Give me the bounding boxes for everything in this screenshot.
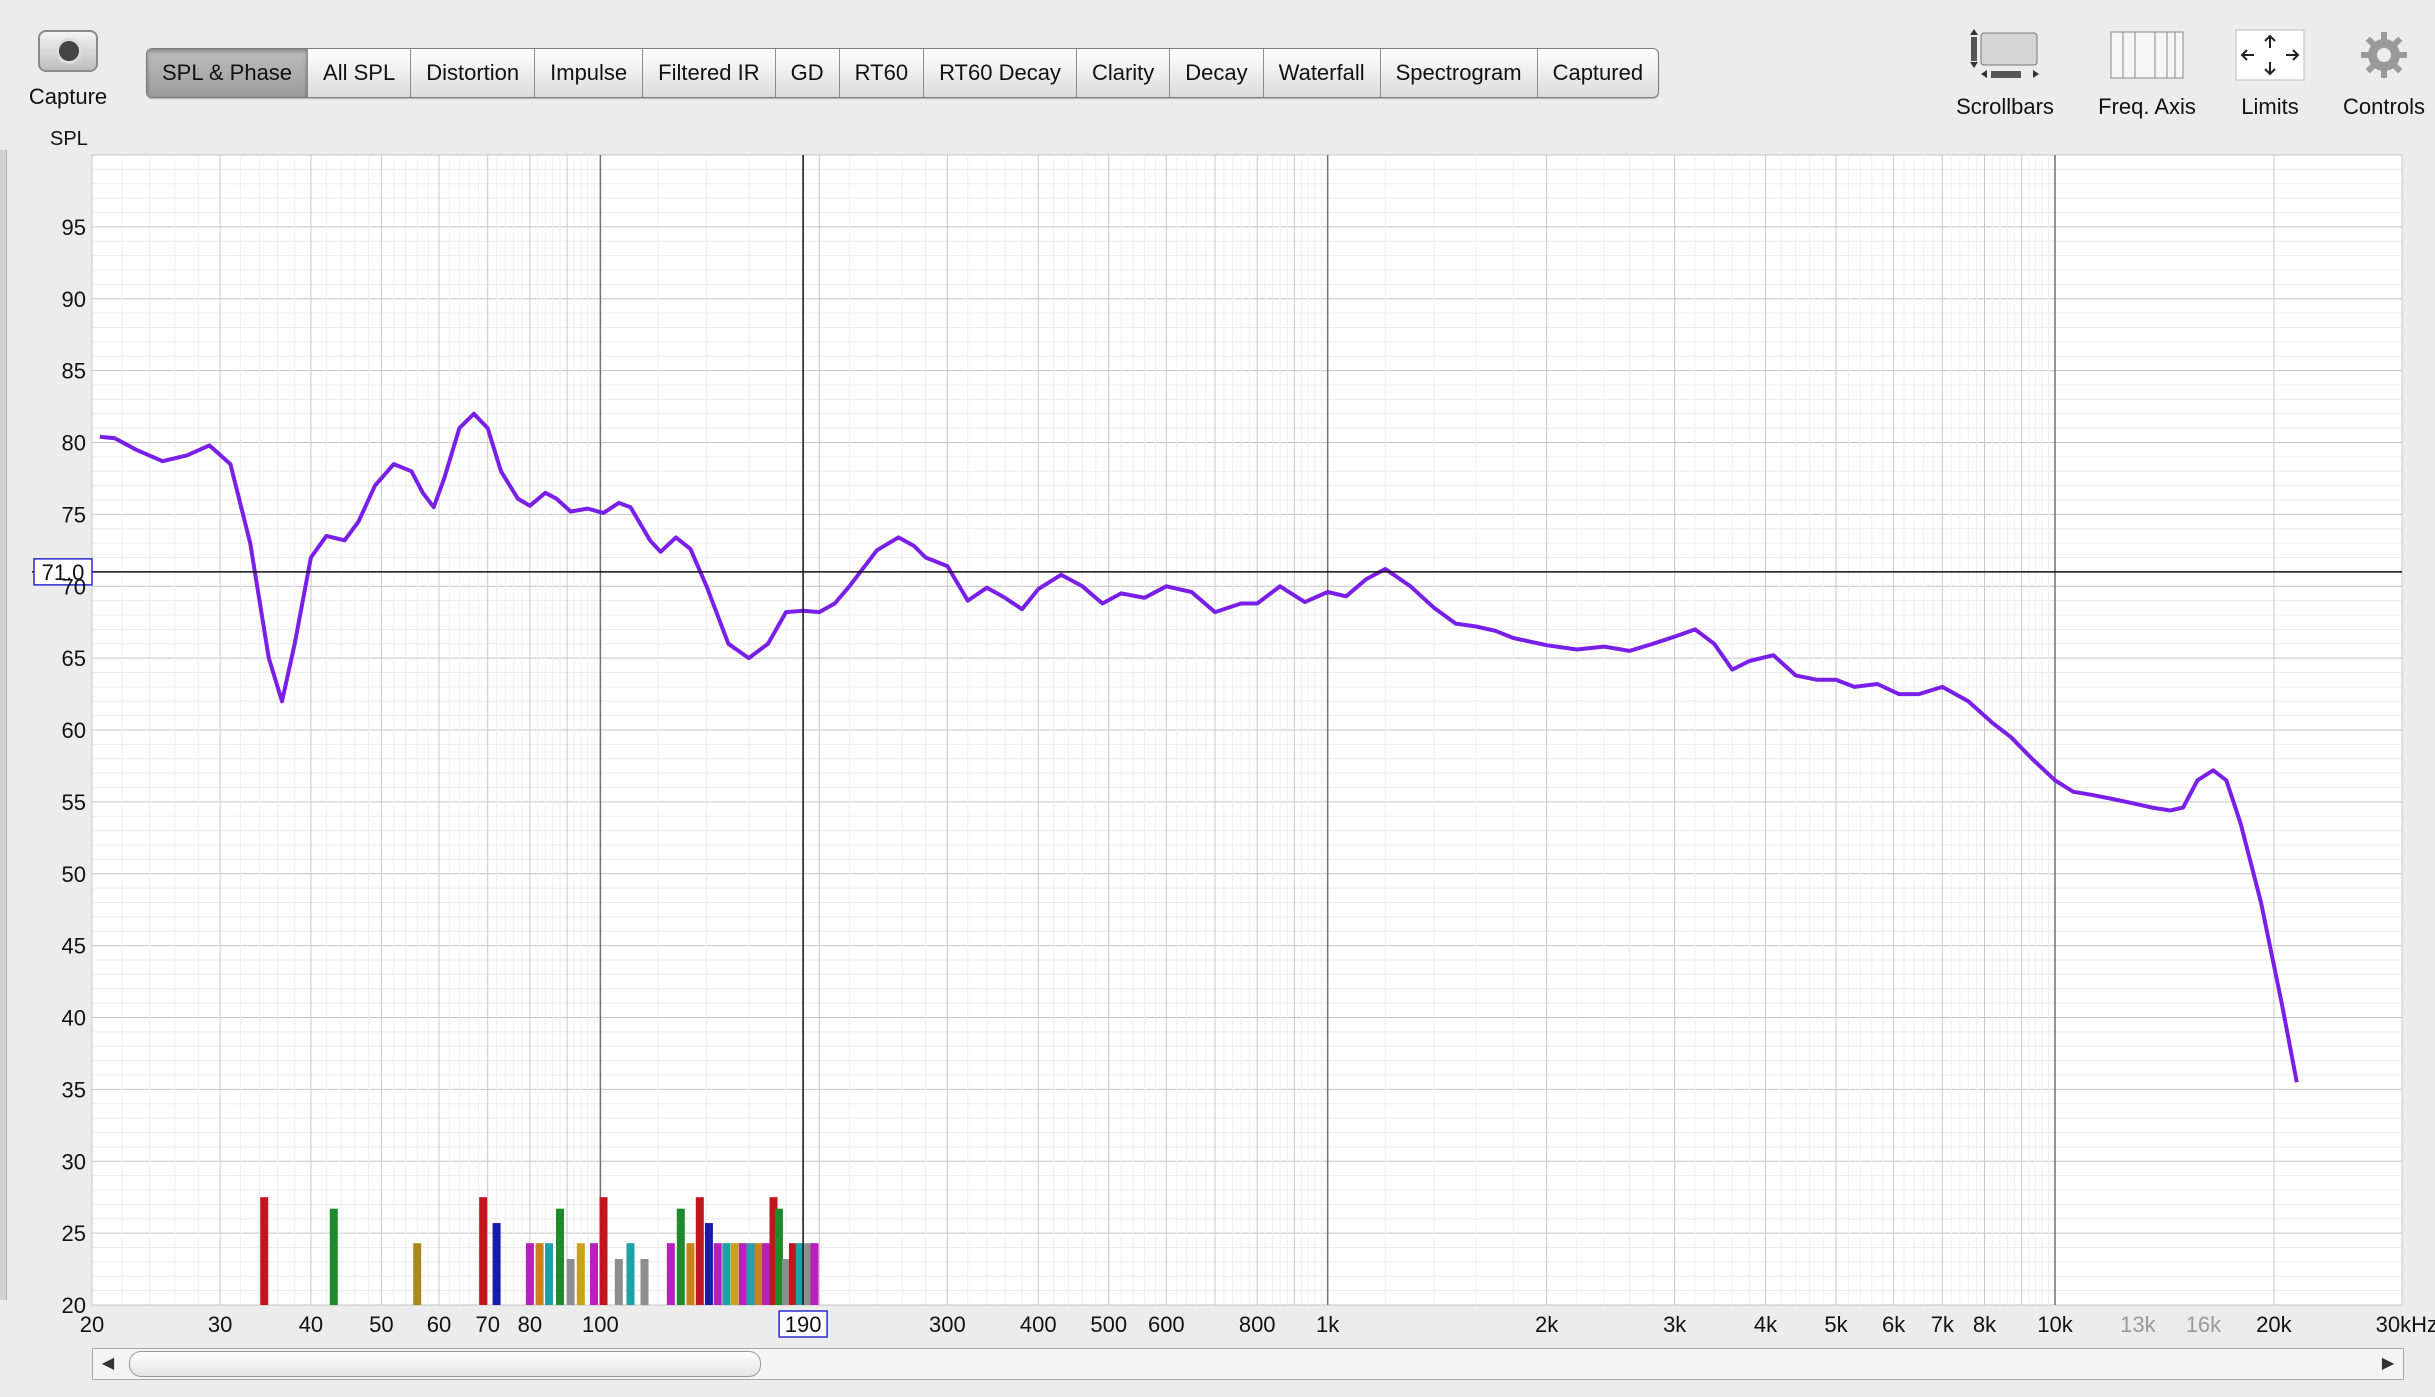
distortion-bar (576, 1243, 585, 1305)
x-tick-label: 2k (1535, 1312, 1559, 1337)
distortion-bar (589, 1243, 598, 1305)
x-tick-label: 5k (1824, 1312, 1848, 1337)
distortion-bar (704, 1223, 713, 1305)
y-tick-label: 95 (62, 215, 86, 240)
distortion-bar (666, 1243, 675, 1305)
distortion-bar (626, 1243, 635, 1305)
distortion-bar (329, 1208, 338, 1305)
y-tick-label: 30 (62, 1149, 86, 1174)
distortion-bar (555, 1208, 564, 1305)
distortion-bar (535, 1243, 544, 1305)
x-tick-label: 30kHz (2376, 1312, 2435, 1337)
x-tick-label: 7k (1931, 1312, 1955, 1337)
distortion-bar (782, 1259, 791, 1305)
x-tick-label: 13k (2120, 1312, 2156, 1337)
y-tick-label: 70 (62, 574, 86, 599)
y-tick-label: 60 (62, 718, 86, 743)
horizontal-scrollbar[interactable]: ◀ ▶ (92, 1348, 2404, 1380)
y-tick-label: 80 (62, 431, 86, 456)
y-tick-label: 75 (62, 502, 86, 527)
cursor-x-readout: 190 (785, 1312, 822, 1337)
distortion-bar (525, 1243, 534, 1305)
x-tick-label: 30 (208, 1312, 232, 1337)
distortion-bar (713, 1243, 722, 1305)
scroll-right-arrow-icon[interactable]: ▶ (2373, 1349, 2403, 1379)
distortion-bar (722, 1243, 731, 1305)
distortion-bar (774, 1208, 783, 1305)
y-tick-label: 85 (62, 359, 86, 384)
x-tick-label: 8k (1973, 1312, 1997, 1337)
x-tick-label: 40 (299, 1312, 323, 1337)
distortion-bar (810, 1243, 819, 1305)
distortion-bar (479, 1197, 488, 1305)
y-tick-label: 40 (62, 1006, 86, 1031)
y-tick-label: 25 (62, 1221, 86, 1246)
distortion-bar (754, 1243, 763, 1305)
y-tick-label: 50 (62, 862, 86, 887)
x-tick-label: 80 (518, 1312, 542, 1337)
x-tick-label: 800 (1239, 1312, 1276, 1337)
y-tick-label: 35 (62, 1077, 86, 1102)
x-tick-label: 70 (475, 1312, 499, 1337)
x-tick-label: 20k (2256, 1312, 2292, 1337)
distortion-bar (746, 1243, 755, 1305)
x-tick-label: 50 (369, 1312, 393, 1337)
spl-chart[interactable]: 71.0190 95908580757065605550454035302520… (0, 0, 2435, 1345)
distortion-bar (695, 1197, 704, 1305)
x-tick-label: 4k (1754, 1312, 1778, 1337)
grid-lines (91, 154, 2403, 1306)
y-tick-label: 45 (62, 934, 86, 959)
x-tick-label: 6k (1882, 1312, 1906, 1337)
distortion-bar (676, 1208, 685, 1305)
y-tick-label: 65 (62, 646, 86, 671)
scroll-thumb[interactable] (129, 1351, 761, 1377)
x-tick-label: 600 (1148, 1312, 1185, 1337)
distortion-bar (738, 1243, 747, 1305)
x-tick-label: 100 (582, 1312, 619, 1337)
distortion-bar (566, 1259, 575, 1305)
scroll-left-arrow-icon[interactable]: ◀ (93, 1349, 123, 1379)
distortion-bar (686, 1243, 695, 1305)
distortion-bar (614, 1259, 623, 1305)
x-tick-label: 300 (929, 1312, 966, 1337)
distortion-bar (545, 1243, 554, 1305)
x-tick-label: 3k (1663, 1312, 1687, 1337)
distortion-bar (640, 1259, 649, 1305)
y-tick-label: 55 (62, 790, 86, 815)
y-tick-label: 90 (62, 287, 86, 312)
x-tick-label: 500 (1090, 1312, 1127, 1337)
x-tick-label: 60 (427, 1312, 451, 1337)
x-tick-label: 400 (1020, 1312, 1057, 1337)
distortion-bar (730, 1243, 739, 1305)
x-axis-ticks: 20 30 40 50 60 70 80 100 300 400 500 600 800 1k 2k 3k 4k… (80, 1312, 2435, 1337)
distortion-bar (762, 1243, 771, 1305)
x-tick-label: 10k (2037, 1312, 2073, 1337)
distortion-bar (260, 1197, 269, 1305)
distortion-bar (413, 1243, 422, 1305)
x-tick-label: 1k (1316, 1312, 1340, 1337)
x-tick-label: 16k (2186, 1312, 2222, 1337)
x-tick-label: 20 (80, 1312, 104, 1337)
distortion-bar (599, 1197, 608, 1305)
distortion-bar (492, 1223, 501, 1305)
y-axis-ticks: 95908580757065605550454035302520 (62, 215, 86, 1318)
